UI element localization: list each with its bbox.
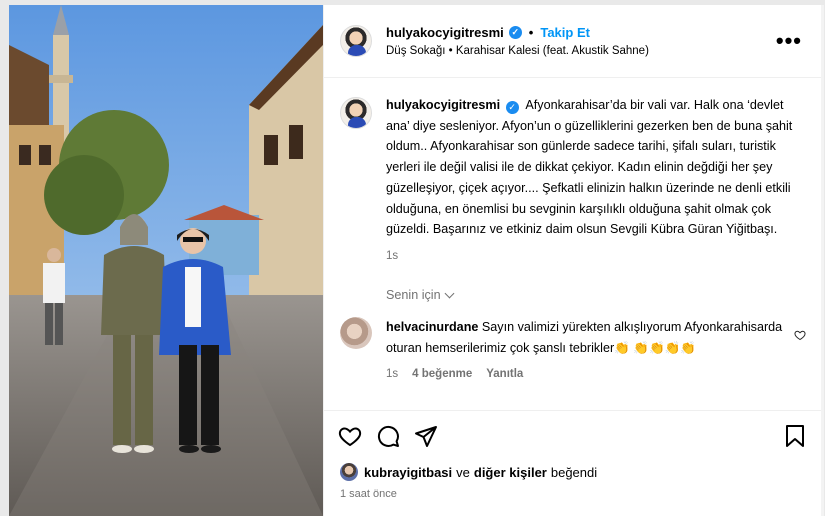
follow-button[interactable]: Takip Et [540,25,590,40]
comment-body: helvacinurdane Sayın valimizi yürekten a… [386,317,786,385]
separator-dot: • [528,25,534,40]
post-details-panel: hulyakocyigitresmi ✓ • Takip Et Düş Soka… [323,5,824,516]
comment-likes[interactable]: 4 beğenme [412,364,472,385]
caption-body: hulyakocyigitresmi ✓ Afyonkarahisar’da b… [386,95,810,267]
post-photo[interactable] [9,5,323,516]
commenter-username[interactable]: helvacinurdane [386,320,478,334]
bookmark-icon[interactable] [784,424,806,448]
caption-username[interactable]: hulyakocyigitresmi [386,98,500,112]
likes-suffix: beğendi [550,464,598,480]
likes-others-link[interactable]: diğer kişiler [474,465,547,480]
likes-summary: kubrayigitbasi ve diğer kişiler beğendi [340,463,597,481]
comment-bubble-icon[interactable] [376,424,400,448]
action-bar [324,410,824,460]
liker-avatar[interactable] [340,463,358,481]
share-plane-icon[interactable] [414,424,438,448]
author-meta: hulyakocyigitresmi ✓ • Takip Et Düş Soka… [386,25,776,57]
reply-button[interactable]: Yanıtla [486,364,523,385]
post-timestamp[interactable]: 1 saat önce [340,488,397,500]
panel-scrollbar[interactable] [821,5,824,516]
comments-filter-label: Senin için [386,288,441,302]
chevron-down-icon [444,288,455,298]
author-avatar[interactable] [340,25,372,57]
caption-avatar[interactable] [340,97,372,129]
post-modal: hulyakocyigitresmi ✓ • Takip Et Düş Soka… [9,5,824,516]
more-options-icon[interactable]: ••• [776,28,802,54]
post-header: hulyakocyigitresmi ✓ • Takip Et Düş Soka… [324,5,824,78]
liker-username[interactable]: kubrayigitbasi [364,465,452,480]
street-photo-illustration [9,5,323,516]
verified-icon: ✓ [508,26,522,39]
comment-item: helvacinurdane Sayın valimizi yürekten a… [340,317,818,385]
like-heart-icon[interactable] [338,424,362,448]
caption: hulyakocyigitresmi ✓ Afyonkarahisar’da b… [340,95,810,267]
likes-connector: ve [456,464,470,480]
comments-filter[interactable]: Senin için [386,288,455,302]
comment-time[interactable]: 1s [386,364,398,385]
comment-meta: 1s 4 beğenme Yanıtla [386,364,786,385]
audio-track[interactable]: Düş Sokağı • Karahisar Kalesi (feat. Aku… [386,45,776,57]
caption-verified-icon: ✓ [505,101,519,114]
author-row: hulyakocyigitresmi ✓ • Takip Et [386,25,776,40]
author-username[interactable]: hulyakocyigitresmi [386,25,504,40]
caption-text: Afyonkarahisar’da bir vali var. Halk ona… [386,98,793,237]
comment-heart-icon[interactable] [794,329,806,344]
caption-time[interactable]: 1s [386,246,810,267]
commenter-avatar[interactable] [340,317,372,349]
